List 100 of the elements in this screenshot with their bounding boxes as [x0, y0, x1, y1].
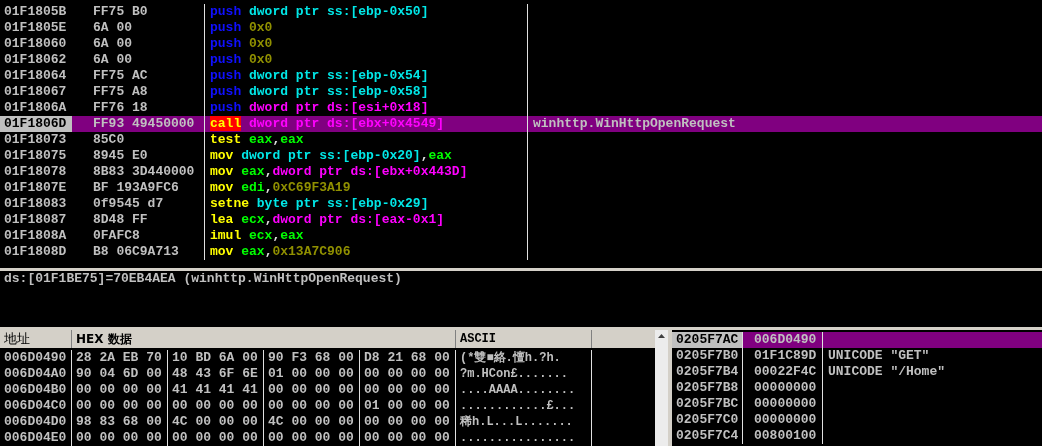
- hex-cell: 01 00 00 00: [264, 366, 360, 382]
- hex-cell: 41 41 41 41: [168, 382, 264, 398]
- address-cell-text: 01F18087: [3, 212, 68, 228]
- value-cell: 00022F4C: [743, 364, 823, 380]
- column-header[interactable]: 地址: [0, 330, 72, 348]
- hex-cell: 98 83 68 00: [72, 414, 168, 430]
- column-header[interactable]: ASCII: [456, 330, 592, 348]
- hex-cell: 48 43 6F 6E: [168, 366, 264, 382]
- scroll-up-icon[interactable]: [658, 334, 665, 338]
- column-header[interactable]: HEX 数据: [72, 330, 456, 348]
- address-cell: 006D04B0: [0, 382, 72, 398]
- hex-cell: 00 00 00 00: [360, 414, 456, 430]
- address-cell: 0205F7AC: [672, 332, 743, 348]
- address-cell-text: 01F1808D: [3, 244, 68, 260]
- instruction-text: push 0x0: [205, 36, 528, 52]
- instruction-text: mov eax,dword ptr ds:[ebx+0x443D]: [205, 164, 528, 180]
- address-cell-text: 01F1806A: [3, 100, 68, 116]
- ascii-cell: ................: [456, 430, 592, 446]
- ascii-cell: ?m.HCon£.......: [456, 366, 592, 382]
- hex-cell: FF75 AC: [72, 68, 205, 84]
- value-cell: 00800100: [743, 428, 823, 444]
- hex-cell: 00 00 00 00: [168, 430, 264, 446]
- hex-cell: D8 21 68 00: [360, 350, 456, 366]
- hex-cell: BF 193A9FC6: [72, 180, 205, 196]
- info-text: ds:[01F1BE75]=70EB4AEA (winhttp.WinHttpOpenRequest): [4, 271, 403, 287]
- address-cell: 006D04C0: [0, 398, 72, 414]
- instruction-text: mov eax,0x13A7C906: [205, 244, 528, 260]
- scrollbar[interactable]: [655, 330, 668, 446]
- instruction-text: imul ecx,eax: [205, 228, 528, 244]
- value-cell: 00000000: [743, 396, 823, 412]
- instruction-text: push dword ptr ss:[ebp-0x58]: [205, 84, 528, 100]
- instruction-text: push dword ptr ss:[ebp-0x50]: [205, 4, 528, 20]
- address-cell-text: 01F18064: [3, 68, 68, 84]
- address-cell: 006D04E0: [0, 430, 72, 446]
- hex-cell: 00 00 00 00: [168, 398, 264, 414]
- address-cell-text: 01F1805B: [3, 4, 68, 20]
- instruction-text: setne byte ptr ss:[ebp-0x29]: [205, 196, 528, 212]
- value-cell: 00000000: [743, 412, 823, 428]
- value-cell: 006D0490: [743, 332, 823, 348]
- hex-cell: 0f9545 d7: [72, 196, 205, 212]
- ascii-cell: ............£...: [456, 398, 592, 414]
- address-cell-text: 01F18083: [3, 196, 68, 212]
- address-cell-text: 01F18062: [3, 52, 68, 68]
- hex-cell: 8D48 FF: [72, 212, 205, 228]
- instruction-text: test eax,eax: [205, 132, 528, 148]
- hex-cell: 6A 00: [72, 20, 205, 36]
- hex-cell: 4C 00 00 00: [168, 414, 264, 430]
- hex-cell: 8B83 3D440000: [72, 164, 205, 180]
- hex-cell: FF93 49450000: [72, 116, 205, 132]
- hex-cell: 6A 00: [72, 52, 205, 68]
- hex-cell: 6A 00: [72, 36, 205, 52]
- instruction-text: mov dword ptr ss:[ebp-0x20],eax: [205, 148, 528, 164]
- ascii-cell: (*雙■絡.憻h.?h.: [456, 350, 592, 366]
- instruction-text: mov edi,0xC69F3A19: [205, 180, 528, 196]
- hex-cell: 8945 E0: [72, 148, 205, 164]
- ascii-cell: ....AAAA........: [456, 382, 592, 398]
- address-cell: 0205F7C4: [672, 428, 743, 444]
- address-cell-text: 01F1805E: [3, 20, 68, 36]
- address-cell-text: 01F1808A: [3, 228, 68, 244]
- address-cell: 006D04D0: [0, 414, 72, 430]
- hex-cell: B8 06C9A713: [72, 244, 205, 260]
- hex-cell: 10 BD 6A 00: [168, 350, 264, 366]
- hex-cell: 01 00 00 00: [360, 398, 456, 414]
- ascii-cell: 稀h.L...L.......: [456, 414, 592, 430]
- hex-cell: 85C0: [72, 132, 205, 148]
- hex-cell: FF75 A8: [72, 84, 205, 100]
- address-cell-text: 01F18067: [3, 84, 68, 100]
- address-cell: 0205F7B4: [672, 364, 743, 380]
- hex-cell: 00 00 00 00: [360, 430, 456, 446]
- address-cell: 006D04A0: [0, 366, 72, 382]
- hex-cell: 28 2A EB 70: [72, 350, 168, 366]
- comment-text: UNICODE "GET": [827, 348, 930, 364]
- address-cell-text: 01F18060: [3, 36, 68, 52]
- instruction-text: call dword ptr ds:[ebx+0x4549]: [205, 116, 528, 132]
- address-cell: 0205F7C0: [672, 412, 743, 428]
- hex-cell: 00 00 00 00: [264, 398, 360, 414]
- address-cell-text: 01F18078: [3, 164, 68, 180]
- hex-cell: 90 F3 68 00: [264, 350, 360, 366]
- hex-cell: 00 00 00 00: [264, 382, 360, 398]
- hex-cell: 0FAFC8: [72, 228, 205, 244]
- hex-cell: 90 04 6D 00: [72, 366, 168, 382]
- hex-cell: 00 00 00 00: [264, 430, 360, 446]
- address-cell: 01F1806D: [0, 116, 72, 132]
- comment-text: UNICODE "/Home": [827, 364, 946, 380]
- hex-cell: 00 00 00 00: [72, 382, 168, 398]
- address-cell: 0205F7B0: [672, 348, 743, 364]
- address-cell: 006D0490: [0, 350, 72, 366]
- address-cell-text: 01F18075: [3, 148, 68, 164]
- instruction-text: push 0x0: [205, 20, 528, 36]
- hex-cell: 4C 00 00 00: [264, 414, 360, 430]
- address-cell-text: 01F1807E: [3, 180, 68, 196]
- address-cell: 0205F7B8: [672, 380, 743, 396]
- hex-cell: 00 00 00 00: [72, 430, 168, 446]
- value-cell: 01F1C89D: [743, 348, 823, 364]
- hex-cell: 00 00 00 00: [360, 366, 456, 382]
- comment-text: winhttp.WinHttpOpenRequest: [532, 116, 736, 132]
- hex-cell: 00 00 00 00: [72, 398, 168, 414]
- hex-cell: FF75 B0: [72, 4, 205, 20]
- address-cell: 0205F7BC: [672, 396, 743, 412]
- address-cell-text: 01F18073: [3, 132, 68, 148]
